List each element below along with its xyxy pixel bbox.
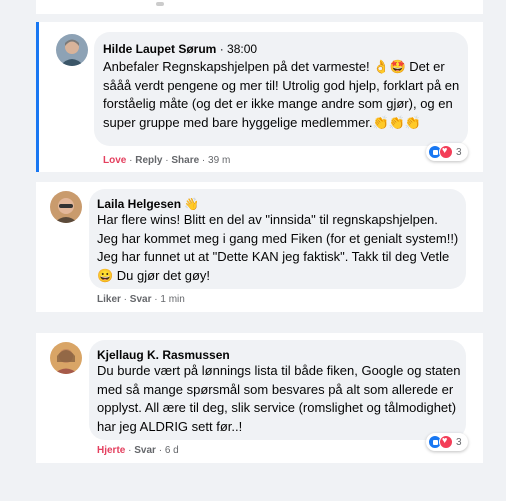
love-reaction-icon (439, 145, 453, 159)
like-button[interactable]: Liker (97, 294, 121, 305)
comment-age: 1 min (160, 294, 185, 305)
comment-card: Laila Helgesen 👋 Har flere wins! Blitt en… (36, 182, 483, 312)
love-reaction-icon (439, 435, 453, 449)
reaction-summary[interactable]: 3 (426, 143, 468, 161)
reply-button[interactable]: Svar (134, 445, 156, 456)
reply-button[interactable]: Svar (130, 294, 152, 305)
author-name[interactable]: Hilde Laupet Sørum (103, 42, 216, 56)
comment-age: 39 m (208, 155, 231, 166)
comment-text: Du burde vært på lønnings lista til både… (97, 363, 461, 434)
reaction-count: 3 (456, 436, 462, 448)
avatar[interactable] (50, 342, 82, 374)
comment-timestamp: · 38:00 (219, 42, 258, 56)
comment-card: Hilde Laupet Sørum · 38:00 Anbefaler Reg… (36, 22, 483, 172)
author-name[interactable]: Kjellaug K. Rasmussen (97, 348, 230, 362)
reply-button[interactable]: Reply (135, 155, 162, 166)
author-name[interactable]: Laila Helgesen (97, 197, 181, 211)
comment-author[interactable]: Hilde Laupet Sørum · 38:00 (103, 42, 257, 56)
comment-actions: Liker · Svar · 1 min (97, 294, 185, 305)
comment-actions: Hjerte · Svar · 6 d (97, 445, 179, 456)
author-badge: 👋 (184, 197, 199, 211)
comment-text: Anbefaler Regnskapshjelpen på det varmes… (103, 59, 460, 130)
share-button[interactable]: Share (171, 155, 199, 166)
comment-actions: Love · Reply · Share · 39 m (103, 155, 231, 166)
reaction-count: 3 (456, 146, 462, 158)
previous-comment-edge (36, 0, 483, 14)
avatar[interactable] (56, 34, 88, 66)
react-button[interactable]: Hjerte (97, 445, 125, 456)
comment-age: 6 d (164, 445, 179, 456)
comment-author[interactable]: Kjellaug K. Rasmussen (97, 348, 230, 362)
comment-card: Kjellaug K. Rasmussen Du burde vært på l… (36, 333, 483, 463)
react-button[interactable]: Love (103, 155, 126, 166)
avatar[interactable] (50, 191, 82, 223)
reaction-summary[interactable]: 3 (426, 433, 468, 451)
comment-author[interactable]: Laila Helgesen 👋 (97, 197, 199, 211)
comment-text: Har flere wins! Blitt en del av "innsida… (97, 212, 459, 283)
